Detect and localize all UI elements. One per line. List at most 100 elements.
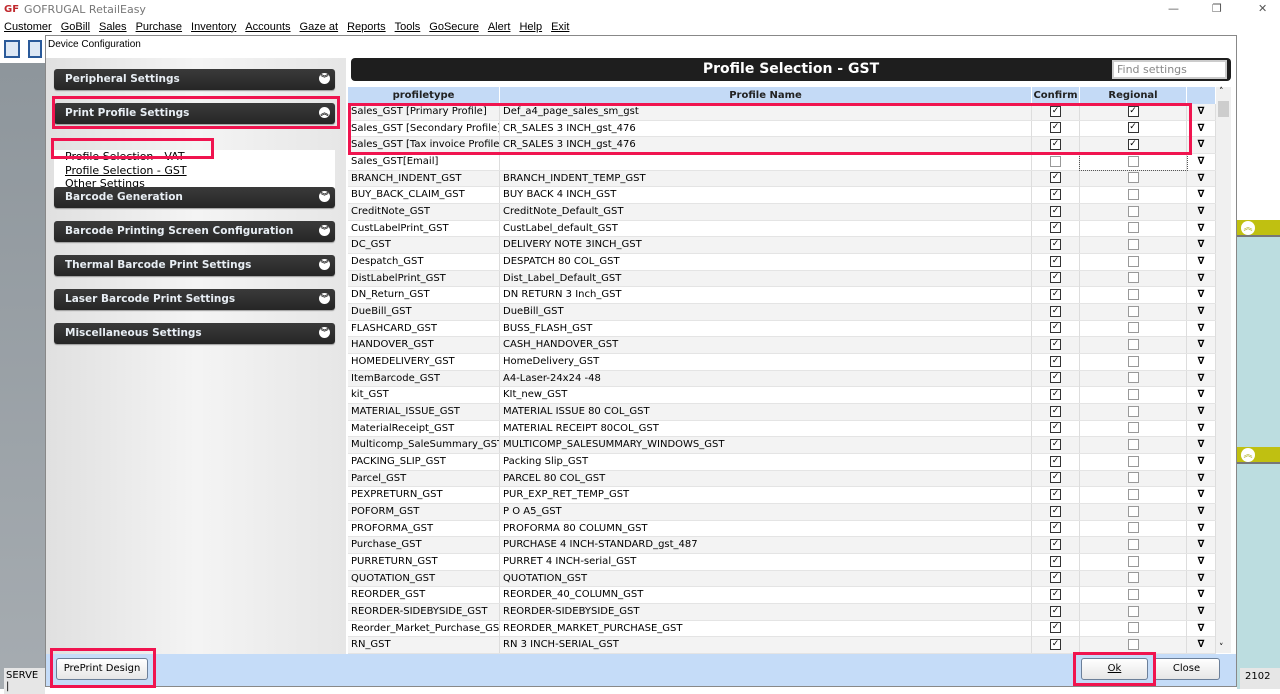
dropdown-arrow-icon[interactable]: ∇ [1198,306,1205,317]
table-row[interactable]: MaterialReceipt_GST MATERIAL RECEIPT 80CO… [348,420,1216,438]
cell-profile-name[interactable]: DueBill_GST [500,304,1032,321]
scroll-thumb[interactable] [1218,101,1229,117]
dropdown-arrow-icon[interactable]: ∇ [1198,173,1205,184]
find-settings-input[interactable]: Find settings [1112,60,1227,79]
column-header-profiletype[interactable]: profiletype [348,87,500,104]
chevron-down-icon[interactable]: ︾ [319,225,330,236]
dropdown-arrow-icon[interactable]: ∇ [1198,473,1205,484]
table-row[interactable]: Sales_GST[Email] ∇ [348,153,1216,171]
dropdown-arrow-icon[interactable]: ∇ [1198,123,1205,134]
confirm-checkbox[interactable]: ✓ [1050,422,1061,434]
dropdown-arrow-icon[interactable]: ∇ [1198,323,1205,334]
regional-language-checkbox[interactable] [1127,155,1139,167]
table-row[interactable]: PACKING_SLIP_GST Packing Slip_GST ✓ ∇ [348,454,1216,471]
confirm-checkbox[interactable]: ✓ [1050,255,1061,267]
confirm-checkbox[interactable]: ✓ [1050,355,1061,367]
cell-profile-name[interactable]: DELIVERY NOTE 3INCH_GST [500,237,1032,254]
cart-icon[interactable] [28,40,42,58]
cell-profile-name[interactable]: P O A5_GST [500,504,1032,521]
dropdown-arrow-icon[interactable]: ∇ [1198,573,1205,584]
table-row[interactable]: BUY_BACK_CLAIM_GST BUY BACK 4 INCH_GST ✓ ∇ [348,187,1216,204]
dropdown-arrow-icon[interactable]: ∇ [1198,623,1205,634]
section-laser-barcode-print-settings[interactable]: Laser Barcode Print Settings ︾ [54,289,335,310]
regional-language-checkbox[interactable] [1127,438,1139,450]
regional-language-checkbox[interactable] [1127,205,1139,217]
chevron-down-icon[interactable]: ︾ [319,327,330,338]
menu-inventory[interactable]: Inventory [191,21,236,33]
cell-profile-name[interactable]: BUY BACK 4 INCH_GST [500,187,1032,204]
dropdown-arrow-icon[interactable]: ∇ [1198,373,1205,384]
confirm-checkbox[interactable]: ✓ [1050,522,1061,534]
regional-language-checkbox[interactable] [1127,572,1139,584]
confirm-checkbox[interactable]: ✓ [1050,238,1061,250]
regional-language-checkbox[interactable] [1127,222,1139,234]
cell-profile-name[interactable]: MATERIAL ISSUE 80 COL_GST [500,404,1032,421]
regional-language-checkbox[interactable] [1127,588,1139,600]
regional-language-checkbox[interactable] [1127,238,1139,250]
dropdown-arrow-icon[interactable]: ∇ [1198,156,1205,167]
dropdown-arrow-icon[interactable]: ∇ [1198,556,1205,567]
dropdown-arrow-icon[interactable]: ∇ [1198,489,1205,500]
dropdown-arrow-icon[interactable]: ∇ [1198,223,1205,234]
column-header-regional-language[interactable]: Regional Language [1080,87,1187,118]
section-miscellaneous-settings[interactable]: Miscellaneous Settings ︾ [54,323,335,344]
table-row[interactable]: PROFORMA_GST PROFORMA 80 COLUMN_GST ✓ ∇ [348,520,1216,538]
regional-language-checkbox[interactable] [1127,322,1139,334]
cell-profile-name[interactable]: PROFORMA 80 COLUMN_GST [500,520,1032,537]
cell-profile-name[interactable]: BRANCH_INDENT_TEMP_GST [500,170,1032,187]
cell-profile-name[interactable]: PURCHASE 4 INCH-STANDARD_gst_487 [500,537,1032,554]
cell-profile-name[interactable]: REORDER_MARKET_PURCHASE_GST [500,620,1032,637]
confirm-checkbox[interactable]: ✓ [1050,555,1061,567]
table-row[interactable]: CustLabelPrint_GST CustLabel_default_GST ✓… [348,220,1216,238]
regional-language-checkbox[interactable] [1127,605,1139,617]
dropdown-arrow-icon[interactable]: ∇ [1198,139,1205,150]
confirm-checkbox[interactable]: ✓ [1050,188,1061,200]
confirm-checkbox[interactable]: ✓ [1050,638,1061,650]
cell-profile-name[interactable]: BUSS_FLASH_GST [500,320,1032,337]
confirm-checkbox[interactable]: ✓ [1050,572,1061,584]
chevron-down-icon[interactable]: ︾ [319,73,330,84]
dropdown-arrow-icon[interactable]: ∇ [1198,423,1205,434]
confirm-checkbox[interactable] [1050,155,1061,167]
cell-profile-name[interactable]: QUOTATION_GST [500,570,1032,587]
chevron-down-icon[interactable]: ︾ [319,293,330,304]
confirm-checkbox[interactable]: ✓ [1050,338,1061,350]
table-row[interactable]: Reorder_Market_Purchase_GST REORDER_MARKE… [348,620,1216,638]
regional-language-checkbox[interactable] [1127,555,1139,567]
confirm-checkbox[interactable]: ✓ [1050,605,1061,617]
table-row[interactable]: REORDER_GST REORDER_40_COLUMN_GST ✓ ∇ [348,587,1216,605]
cell-profile-name[interactable]: PARCEL 80 COL_GST [500,470,1032,487]
regional-language-checkbox[interactable] [1127,472,1139,484]
confirm-checkbox[interactable]: ✓ [1050,505,1061,517]
dropdown-arrow-icon[interactable]: ∇ [1198,589,1205,600]
confirm-checkbox[interactable]: ✓ [1050,538,1061,550]
regional-language-checkbox[interactable] [1127,188,1139,200]
table-row[interactable]: DistLabelPrint_GST Dist_Label_Default_GST… [348,270,1216,288]
table-row[interactable]: DN_Return_GST DN RETURN 3 Inch_GST ✓ ∇ [348,287,1216,305]
regional-language-checkbox[interactable] [1127,172,1139,184]
menu-gaze-at[interactable]: Gaze at [300,21,339,33]
submenu-item-profile-selection-gst[interactable]: Profile Selection - GST [65,164,187,177]
cell-profile-name[interactable]: CASH_HANDOVER_GST [500,337,1032,354]
dropdown-arrow-icon[interactable]: ∇ [1198,439,1205,450]
regional-language-checkbox[interactable] [1127,405,1139,417]
confirm-checkbox[interactable]: ✓ [1050,288,1061,300]
chevron-down-icon[interactable]: ︾ [319,259,330,270]
scroll-up-icon[interactable]: ˄ [1219,87,1224,97]
dropdown-arrow-icon[interactable]: ∇ [1198,389,1205,400]
regional-language-checkbox[interactable] [1127,422,1139,434]
confirm-checkbox[interactable]: ✓ [1050,222,1061,234]
table-row[interactable]: MATERIAL_ISSUE_GST MATERIAL ISSUE 80 COL_… [348,404,1216,421]
table-row[interactable]: PURRETURN_GST PURRET 4 INCH-serial_GST ✓ ∇ [348,554,1216,571]
dropdown-arrow-icon[interactable]: ∇ [1198,339,1205,350]
cell-profile-name[interactable]: PURRET 4 INCH-serial_GST [500,554,1032,571]
confirm-checkbox[interactable]: ✓ [1050,455,1061,467]
confirm-checkbox[interactable]: ✓ [1050,488,1061,500]
chevron-down-icon[interactable]: ︾ [319,191,330,202]
dropdown-arrow-icon[interactable]: ∇ [1198,456,1205,467]
column-header-profile-name[interactable]: Profile Name [500,87,1032,104]
cell-profile-name[interactable]: MULTICOMP_SALESUMMARY_WINDOWS_GST [500,437,1032,454]
table-row[interactable]: CreditNote_GST CreditNote_Default_GST ✓ ∇ [348,204,1216,221]
cell-profile-name[interactable]: KIt_new_GST [500,387,1032,404]
regional-language-checkbox[interactable] [1127,622,1139,634]
